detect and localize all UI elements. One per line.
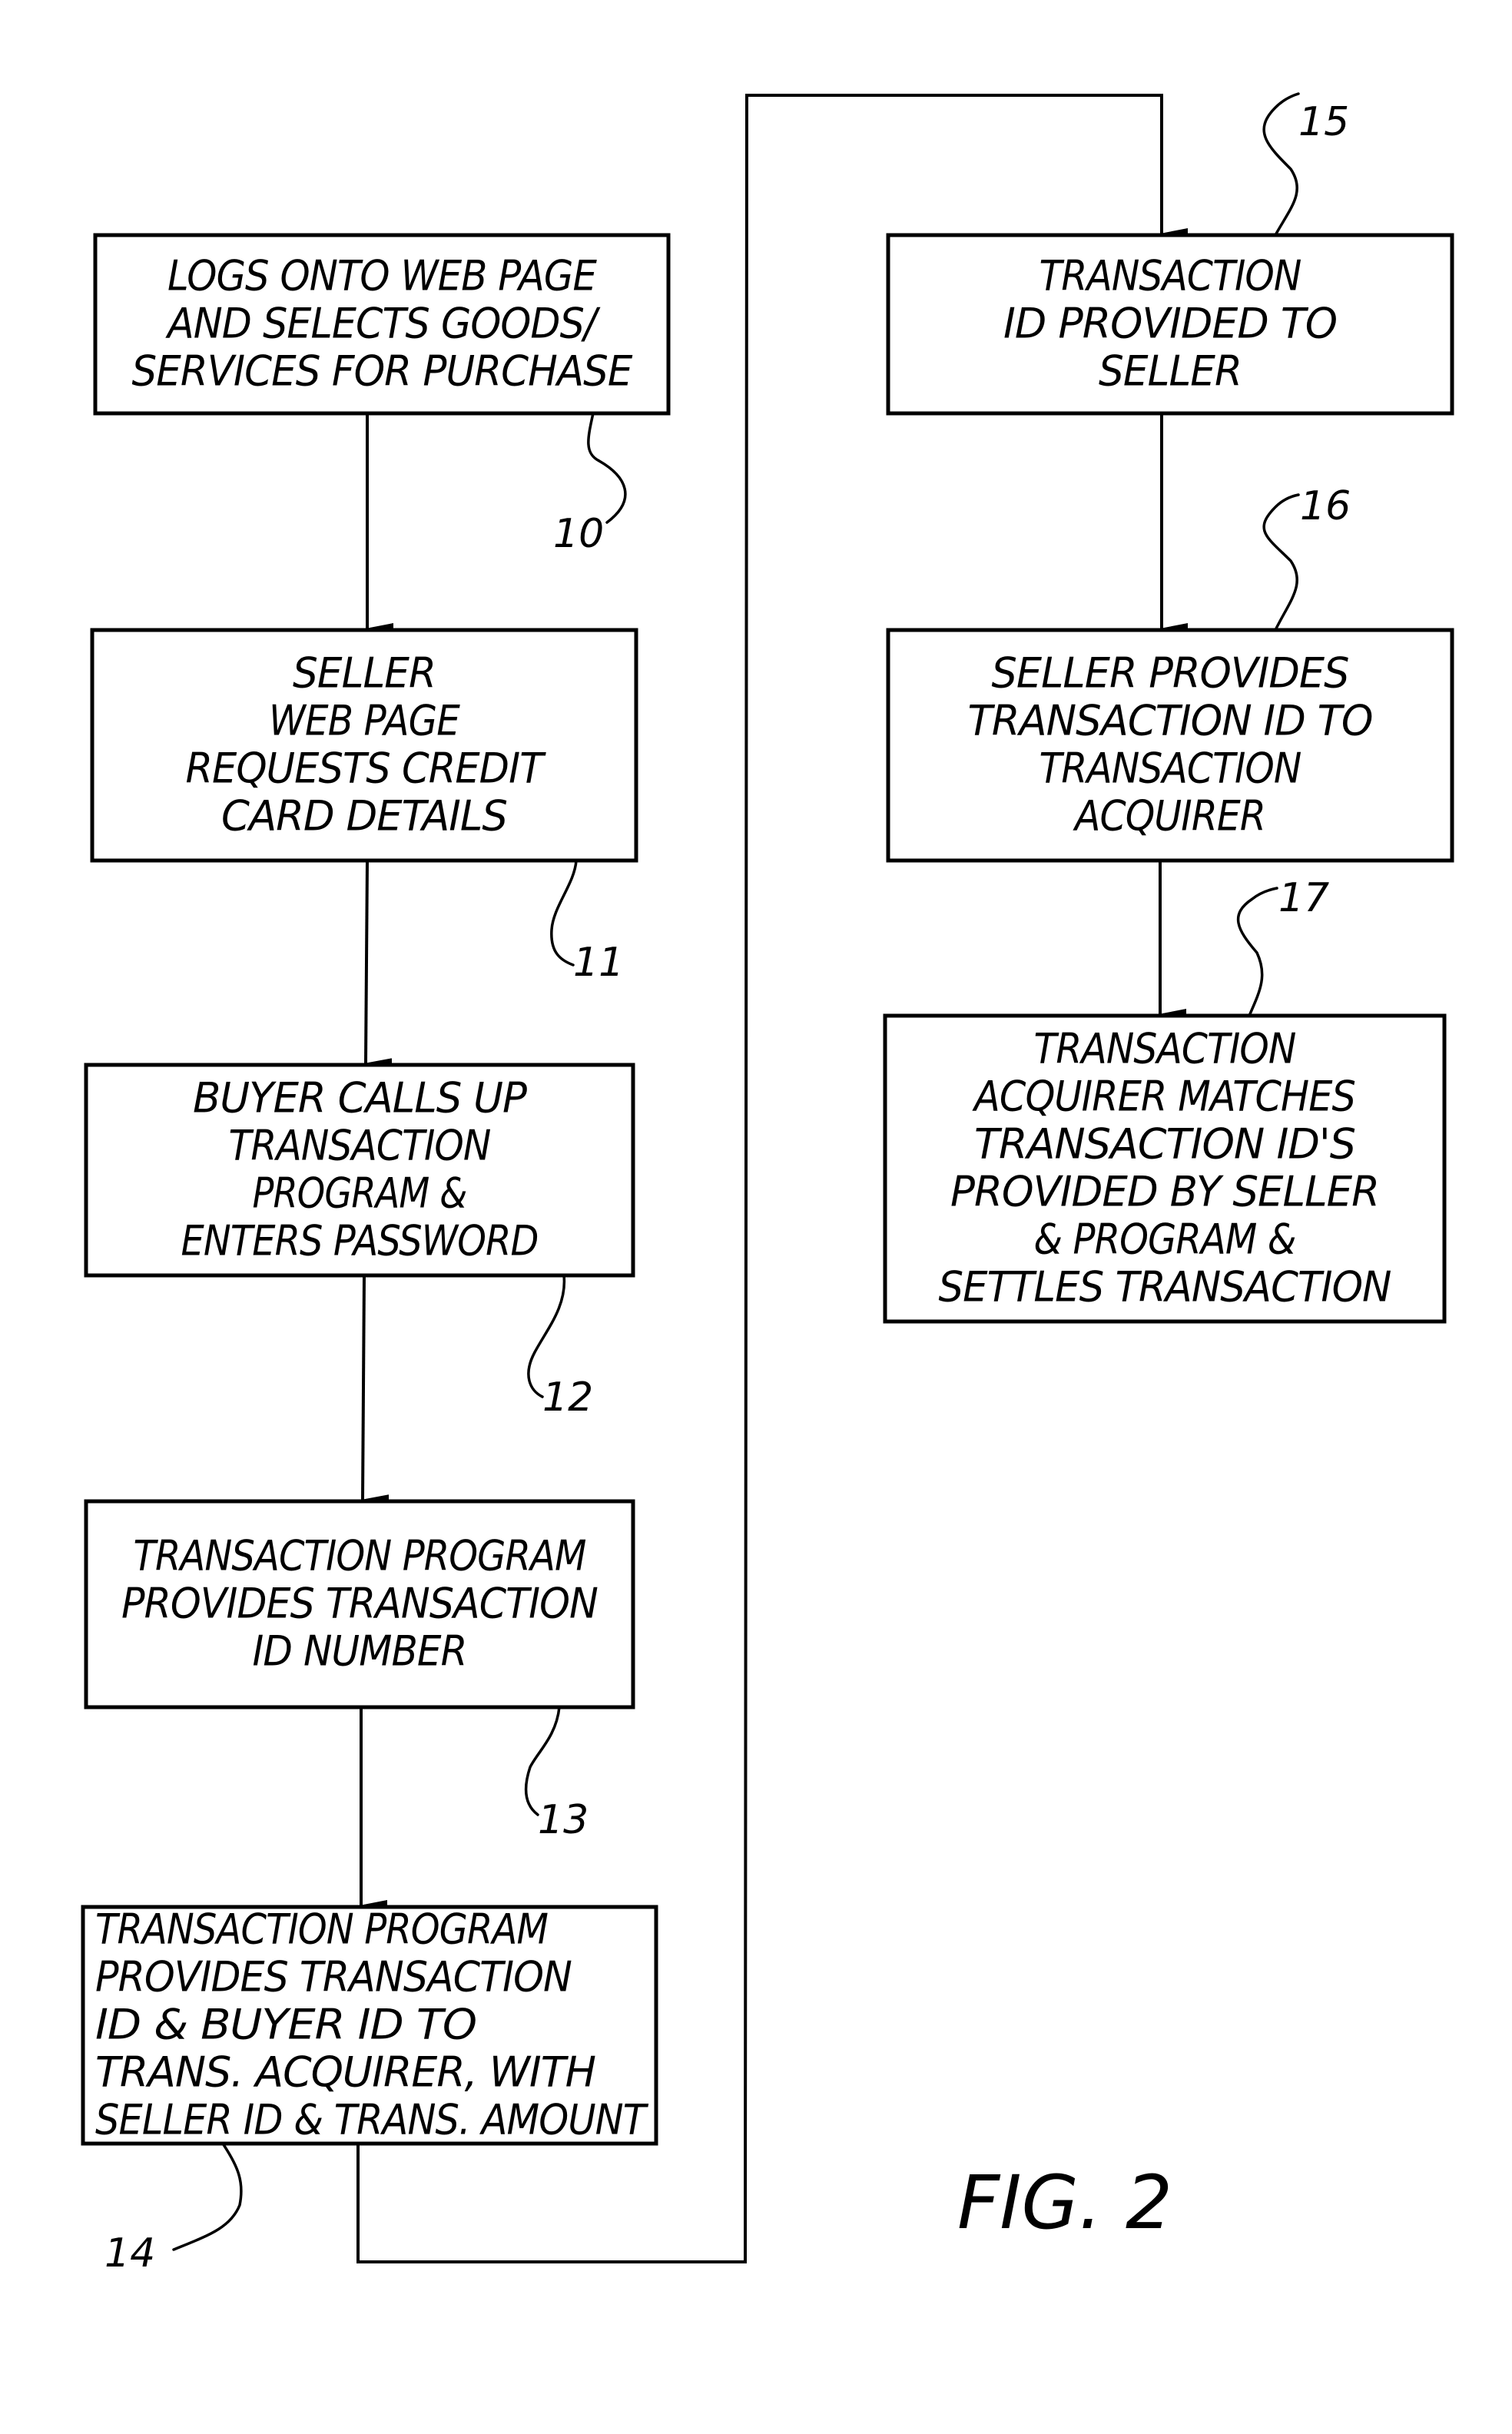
step-text-line: TRANSACTION	[229, 1121, 491, 1169]
flowchart-diagram: LOGS ONTO WEB PAGEAND SELECTS GOODS/SERV…	[81, 92, 1454, 2276]
arrow-12-to-13	[361, 1275, 390, 1506]
reference-numeral-13: 13	[538, 1797, 589, 1843]
reference-numeral-10: 10	[553, 511, 604, 557]
step-text-line: ACQUIRER	[1073, 791, 1265, 840]
step-text-line: PROVIDES TRANSACTION	[95, 1952, 572, 2001]
step-text-line: SELLER	[293, 648, 436, 697]
step-text-line: & PROGRAM &	[1034, 1215, 1296, 1263]
step-box-12: BUYER CALLS UPTRANSACTIONPROGRAM &ENTERS…	[84, 1063, 635, 1278]
step-text-line: TRANSACTION PROGRAM	[95, 1905, 548, 1953]
figure-label: FIG. 2	[957, 2160, 1172, 2246]
step-text-line: ACQUIRER MATCHES	[972, 1072, 1355, 1120]
step-box-16: SELLER PROVIDESTRANSACTION ID TOTRANSACT…	[886, 628, 1454, 863]
step-text-line: LOGS ONTO WEB PAGE	[167, 251, 598, 300]
step-text-line: TRANSACTION	[1034, 1024, 1296, 1073]
leader-14	[172, 2142, 243, 2251]
step-box-10: LOGS ONTO WEB PAGEAND SELECTS GOODS/SERV…	[93, 233, 671, 416]
step-box-17: TRANSACTIONACQUIRER MATCHESTRANSACTION I…	[883, 1013, 1447, 1324]
step-text-line: TRANSACTION ID TO	[968, 696, 1373, 744]
step-text-line: SELLER	[1099, 347, 1242, 395]
leader-15	[1262, 92, 1300, 237]
step-text-line: SELLER ID & TRANS. AMOUNT	[95, 2095, 649, 2144]
step-text-line: ID & BUYER ID TO	[95, 2000, 476, 2048]
arrow-11-to-12	[364, 860, 393, 1069]
step-text-line: TRANSACTION	[1040, 744, 1301, 792]
step-text-line: ID PROVIDED TO	[1003, 299, 1337, 347]
step-text-line: ENTERS PASSWORD	[181, 1216, 539, 1265]
step-box-11: SELLERWEB PAGEREQUESTS CREDITCARD DETAIL…	[90, 628, 638, 863]
step-text-line: TRANS. ACQUIRER, WITH	[95, 2048, 595, 2096]
leader-10	[587, 412, 627, 524]
step-text-line: BUYER CALLS UP	[193, 1073, 527, 1122]
step-text-line: REQUESTS CREDIT	[186, 744, 547, 792]
step-text-line: PROGRAM &	[253, 1169, 467, 1217]
step-box-13: TRANSACTION PROGRAMPROVIDES TRANSACTIONI…	[84, 1499, 635, 1709]
step-text-line: TRANSACTION	[1040, 251, 1301, 300]
reference-numeral-12: 12	[542, 1375, 593, 1421]
step-box-14: TRANSACTION PROGRAMPROVIDES TRANSACTIONI…	[81, 1905, 658, 2146]
step-text-line: TRANSACTION PROGRAM	[134, 1531, 586, 1580]
step-text-line: AND SELECTS GOODS/	[165, 299, 601, 347]
step-text-line: SERVICES FOR PURCHASE	[132, 347, 634, 395]
step-text-line: CARD DETAILS	[221, 791, 507, 840]
leader-17	[1236, 887, 1278, 1017]
leader-16	[1262, 493, 1300, 632]
reference-numeral-11: 11	[573, 940, 624, 986]
reference-numeral-17: 17	[1278, 875, 1329, 921]
step-text-line: WEB PAGE	[269, 696, 461, 744]
step-text-line: SELLER PROVIDES	[992, 648, 1349, 697]
step-box-15: TRANSACTIONID PROVIDED TOSELLER	[886, 233, 1454, 416]
reference-numeral-14: 14	[104, 2230, 155, 2276]
reference-numeral-16: 16	[1300, 483, 1351, 529]
step-text-line: TRANSACTION ID'S	[974, 1119, 1355, 1168]
step-text-line: PROVIDES TRANSACTION	[121, 1579, 598, 1627]
step-text-line: ID NUMBER	[253, 1627, 467, 1675]
step-boxes: LOGS ONTO WEB PAGEAND SELECTS GOODS/SERV…	[81, 233, 1454, 2146]
step-text-line: SETTLES TRANSACTION	[939, 1262, 1391, 1311]
step-text-line: PROVIDED BY SELLER	[950, 1167, 1379, 1215]
reference-numeral-15: 15	[1298, 99, 1349, 145]
